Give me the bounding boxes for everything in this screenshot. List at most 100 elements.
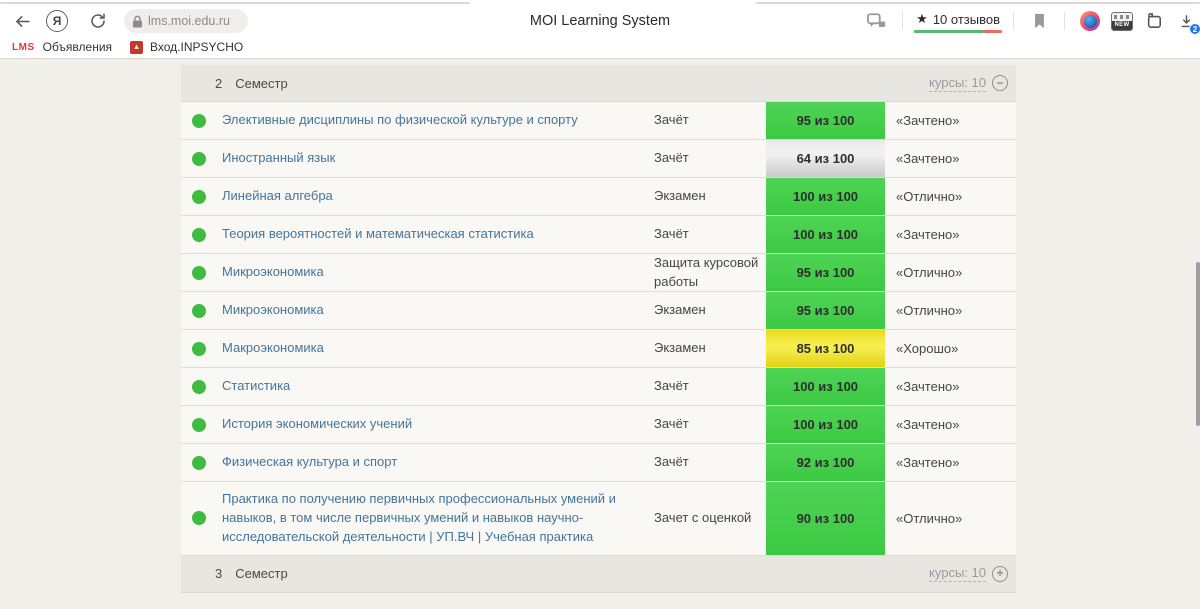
grade-row: Физическая культура и спорт Зачёт 92 из … [181, 444, 1016, 482]
bookmarks-bar: LMS Объявления ▲ Вход.INPSYCHO [0, 36, 1200, 58]
grade-row: Макроэкономика Экзамен 85 из 100 «Хорошо… [181, 330, 1016, 368]
status-cell [192, 456, 222, 470]
grade-row: История экономических учений Зачёт 100 и… [181, 406, 1016, 444]
course-cell: Иностранный язык [222, 141, 654, 176]
site-reviews-button[interactable]: ★ 10 отзывов [912, 11, 1004, 31]
chat-bubbles-icon [867, 13, 887, 30]
course-link[interactable]: Линейная алгебра [222, 188, 333, 203]
refresh-icon [89, 12, 107, 30]
yandex-letter: Я [53, 14, 62, 28]
course-cell: Практика по получению первичных професси… [222, 482, 654, 555]
grade-label: «Отлично» [885, 511, 1016, 526]
grade-label: «Зачтено» [885, 379, 1016, 394]
bookmark-item-inpsycho[interactable]: ▲ Вход.INPSYCHO [130, 40, 243, 54]
course-link[interactable]: Элективные дисциплины по физической куль… [222, 112, 578, 127]
grade-label: «Зачтено» [885, 151, 1016, 166]
lens-inner-circle [1084, 15, 1097, 28]
status-cell [192, 380, 222, 394]
dashed-frame-icon [1114, 15, 1130, 19]
assessment-type: Зачет с оценкой [654, 509, 766, 527]
back-button[interactable] [10, 9, 34, 33]
expand-icon[interactable]: + [992, 566, 1008, 582]
grade-label: «Отлично» [885, 189, 1016, 204]
toolbar-right-cluster: ★ 10 отзывов [861, 6, 1200, 36]
score-badge: 100 из 100 [766, 368, 885, 405]
browser-chrome: Я lms.moi.edu.ru MOI Learning System [0, 0, 1200, 58]
screenshot-extension-button[interactable]: NEW [1110, 9, 1134, 33]
course-cell: Микроэкономика [222, 293, 654, 328]
grades-table: 2 Семестр курсы: 10 − Элективные дисципл… [181, 59, 1016, 593]
assessment-type: Зачёт [654, 111, 766, 129]
status-cell [192, 418, 222, 432]
refresh-button[interactable] [86, 9, 110, 33]
tab-edge-left [0, 2, 470, 4]
course-cell: История экономических учений [222, 407, 654, 442]
assessment-type: Экзамен [654, 339, 766, 357]
bookmark-label: Вход.INPSYCHO [150, 40, 243, 54]
semester-number: 3 [215, 566, 222, 581]
assessment-type: Зачёт [654, 225, 766, 243]
chat-reviews-button[interactable] [865, 9, 889, 33]
camera-lens-icon [1080, 11, 1100, 31]
toolbar-separator [902, 12, 903, 30]
assessment-type: Экзамен [654, 301, 766, 319]
semester-3-header: 3 Семестр курсы: 10 + [181, 556, 1016, 593]
downloads-button[interactable]: 2 [1174, 9, 1198, 33]
reviews-count-label: 10 отзывов [933, 12, 1000, 27]
course-link[interactable]: Статистика [222, 378, 290, 393]
course-link[interactable]: Практика по получению первичных професси… [222, 491, 616, 544]
course-cell: Макроэкономика [222, 331, 654, 366]
address-bar[interactable]: lms.moi.edu.ru [124, 9, 248, 33]
courses-count-link[interactable]: курсы: 10 [929, 565, 986, 582]
score-badge: 95 из 100 [766, 254, 885, 291]
lms-favicon: LMS [12, 42, 35, 53]
course-link[interactable]: Физическая культура и спорт [222, 454, 397, 469]
grade-row: Теория вероятностей и математическая ста… [181, 216, 1016, 254]
vertical-scrollbar-thumb[interactable] [1196, 262, 1200, 426]
score-badge: 92 из 100 [766, 444, 885, 481]
courses-count-link[interactable]: курсы: 10 [929, 75, 986, 92]
status-dot-icon [192, 418, 206, 432]
course-link[interactable]: Теория вероятностей и математическая ста… [222, 226, 534, 241]
score-badge: 64 из 100 [766, 140, 885, 177]
status-cell [192, 304, 222, 318]
course-link[interactable]: Микроэкономика [222, 302, 324, 317]
bookmark-item-announcements[interactable]: LMS Объявления [12, 40, 112, 54]
grade-label: «Зачтено» [885, 417, 1016, 432]
course-cell: Элективные дисциплины по физической куль… [222, 103, 654, 138]
status-dot-icon [192, 228, 206, 242]
status-dot-icon [192, 304, 206, 318]
browser-toolbar: Я lms.moi.edu.ru MOI Learning System [0, 6, 1200, 36]
star-icon: ★ [916, 11, 928, 27]
status-dot-icon [192, 190, 206, 204]
status-dot-icon [192, 342, 206, 356]
course-link[interactable]: История экономических учений [222, 416, 412, 431]
grades-rows: Элективные дисциплины по физической куль… [181, 102, 1016, 556]
reviews-rating-bar-positive [914, 30, 983, 33]
yandex-button[interactable]: Я [46, 10, 68, 32]
grade-label: «Зачтено» [885, 455, 1016, 470]
tab-edge-right [756, 2, 1200, 4]
score-badge: 95 из 100 [766, 102, 885, 139]
semester-2-header: 2 Семестр курсы: 10 − [181, 65, 1016, 102]
score-badge: 100 из 100 [766, 178, 885, 215]
extensions-button[interactable] [1142, 9, 1166, 33]
score-badge: 100 из 100 [766, 406, 885, 443]
url-text: lms.moi.edu.ru [148, 14, 230, 28]
semester-title: Семестр [235, 76, 287, 91]
toolbar-separator [1064, 12, 1065, 30]
course-link[interactable]: Микроэкономика [222, 264, 324, 279]
bookmark-button[interactable] [1027, 9, 1051, 33]
status-dot-icon [192, 152, 206, 166]
course-link[interactable]: Макроэкономика [222, 340, 324, 355]
status-cell [192, 152, 222, 166]
semester-title: Семестр [235, 566, 287, 581]
collapse-icon[interactable]: − [992, 75, 1008, 91]
grade-row: Статистика Зачёт 100 из 100 «Зачтено» [181, 368, 1016, 406]
score-badge: 100 из 100 [766, 216, 885, 253]
browser-window: Я lms.moi.edu.ru MOI Learning System [0, 0, 1200, 609]
inpsycho-favicon: ▲ [130, 41, 143, 54]
assessment-type: Зачёт [654, 377, 766, 395]
extension-lens-button[interactable] [1078, 9, 1102, 33]
course-link[interactable]: Иностранный язык [222, 150, 335, 165]
